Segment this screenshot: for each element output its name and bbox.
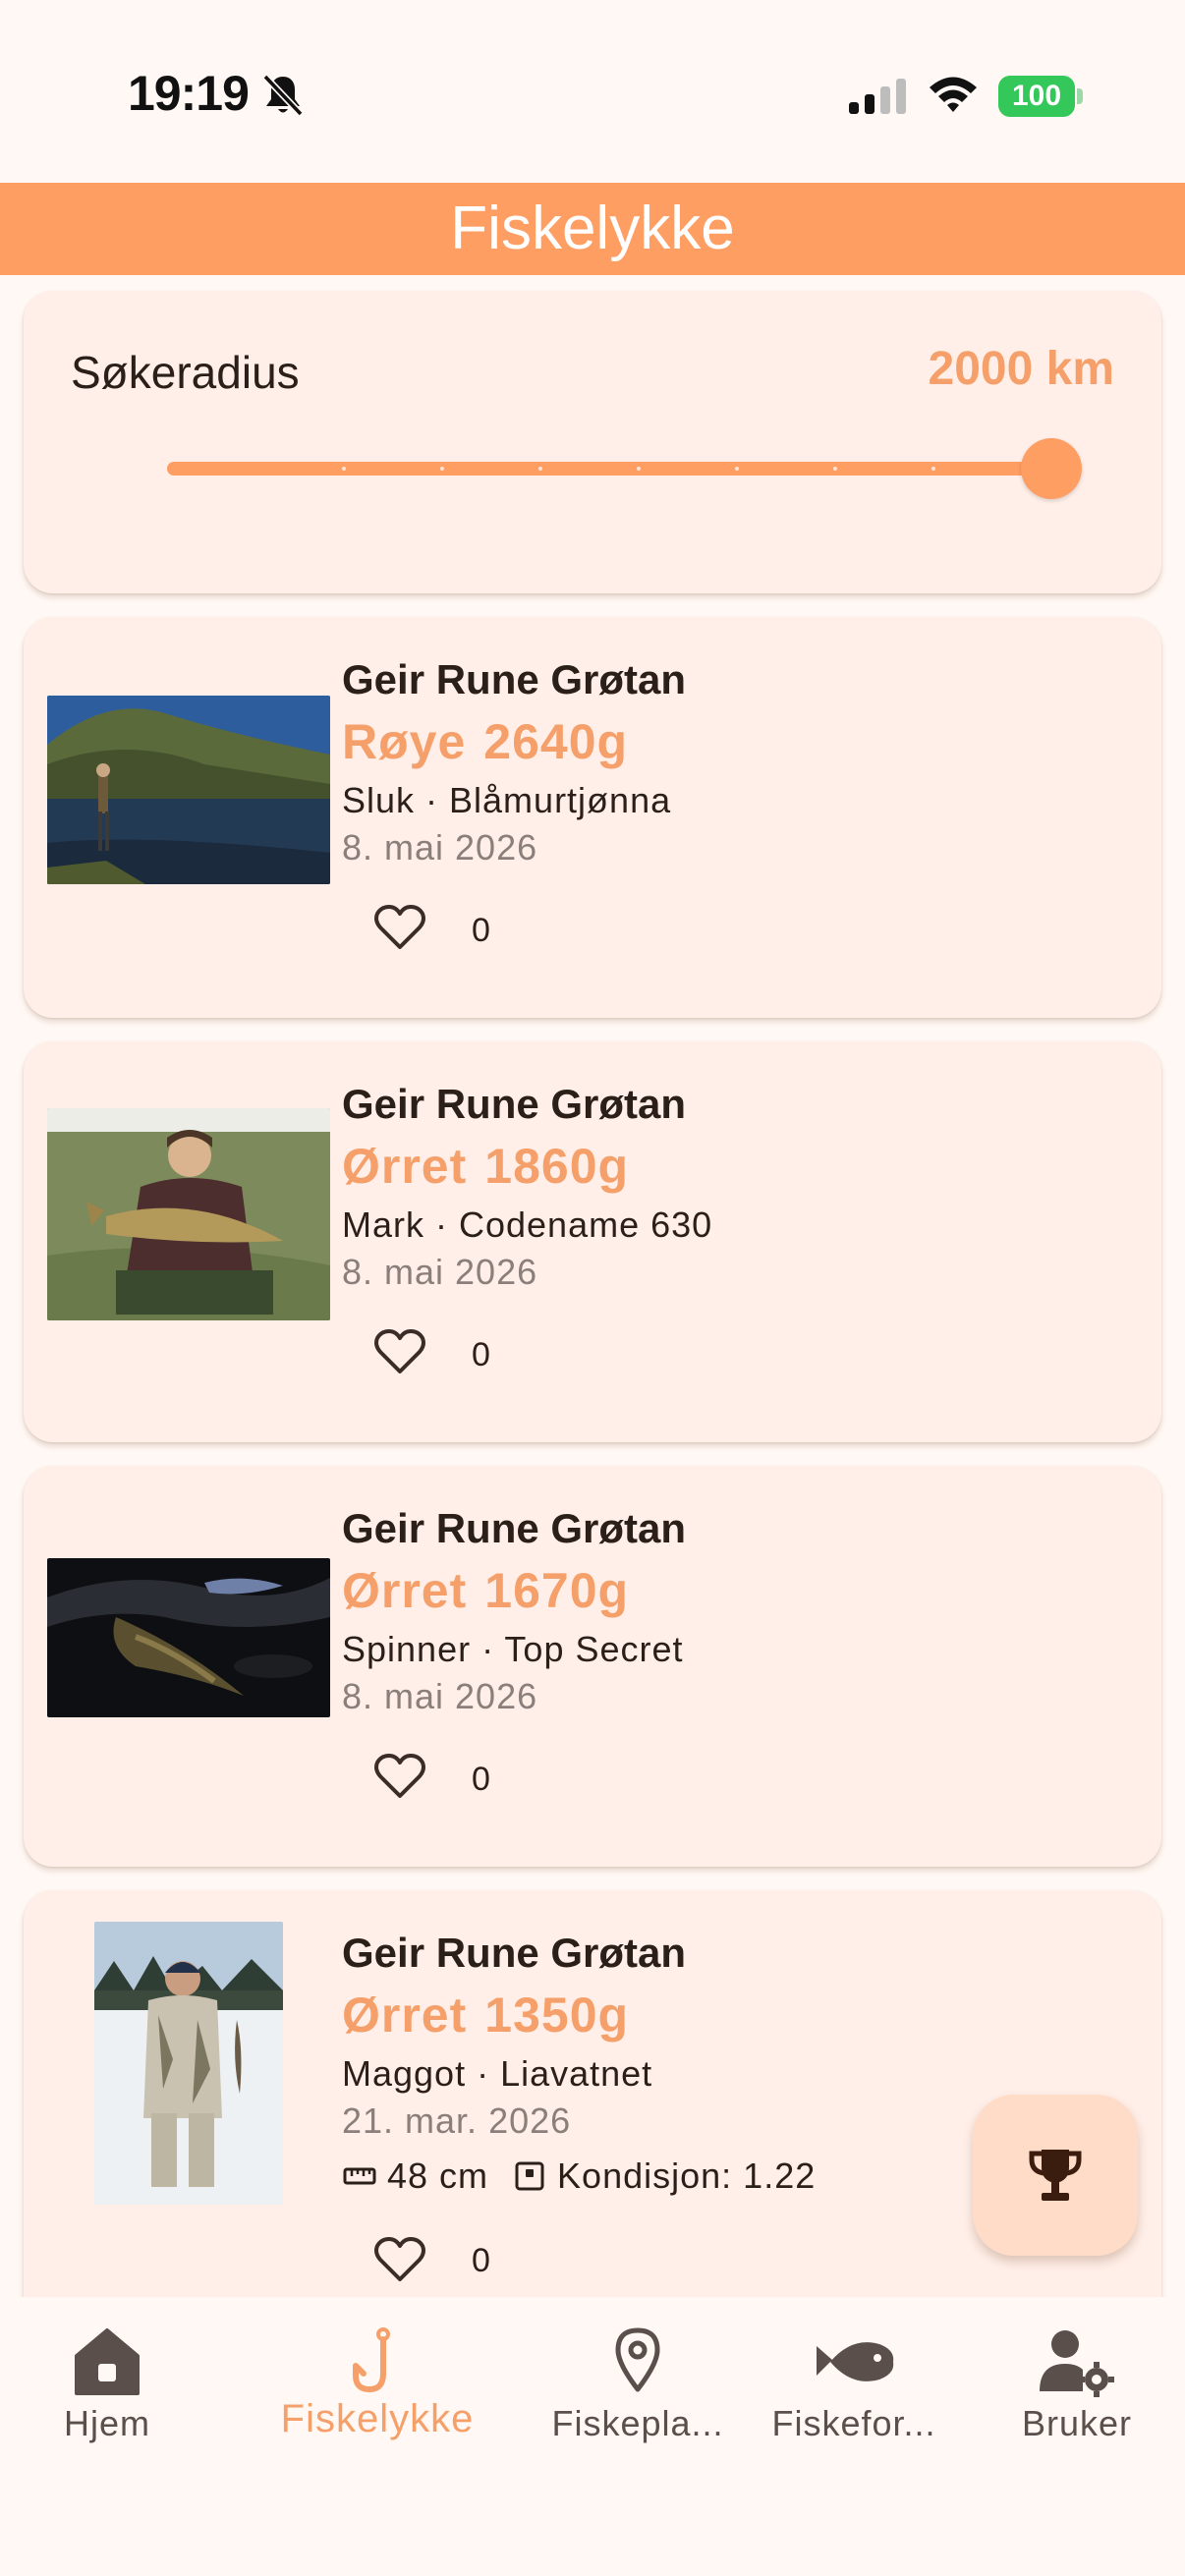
catch-method-location: Maggot · Liavatnet <box>342 2053 653 2094</box>
battery-level: 100 <box>998 76 1075 117</box>
catch-date: 8. mai 2026 <box>342 1252 538 1292</box>
nav-item-fiskeplasser[interactable]: Fiskepla... <box>520 2297 756 2474</box>
battery-indicator: 100 <box>998 76 1083 117</box>
catch-species: Ørret <box>342 1988 468 2043</box>
battery-cap <box>1077 88 1083 104</box>
nav-label: Fiskefor... <box>771 2403 936 2443</box>
catch-species-weight: Ørret 1670g <box>342 1562 647 1619</box>
catch-card[interactable]: Geir Rune Grøtan Ørret 1860g Mark · Coden… <box>24 1041 1161 1442</box>
cellular-signal-icon <box>849 79 906 114</box>
trophy-icon <box>1029 2150 1082 2201</box>
catch-species: Røye <box>342 714 467 769</box>
slider-tick <box>637 467 641 471</box>
catch-weight: 2640g <box>483 714 629 769</box>
like-count: 0 <box>472 2242 490 2279</box>
nav-label: Fiskelykke <box>280 2397 475 2440</box>
status-time: 19:19 <box>128 66 250 121</box>
slider-tick <box>342 467 346 471</box>
nav-item-home[interactable]: Hjem <box>0 2297 225 2474</box>
catch-date: 21. mar. 2026 <box>342 2100 572 2141</box>
like-count: 0 <box>472 1336 490 1373</box>
nav-item-fiskeforhold[interactable]: Fiskefor... <box>736 2297 972 2474</box>
search-radius-card: Søkeradius 2000 km <box>24 291 1161 593</box>
catch-date: 8. mai 2026 <box>342 827 538 868</box>
slider-tick <box>538 467 542 471</box>
heart-icon[interactable] <box>373 1753 426 1800</box>
wifi-icon <box>930 77 977 112</box>
nav-label: Bruker <box>1021 2403 1133 2443</box>
status-bar: 19:19 100 <box>0 0 1185 183</box>
page-title: Fiskelykke <box>450 195 735 262</box>
catch-weight: 1350g <box>484 1988 630 2043</box>
nav-label: Hjem <box>63 2403 150 2443</box>
slider-thumb[interactable] <box>1021 438 1082 499</box>
angler-name: Geir Rune Grøtan <box>342 1505 687 1551</box>
nav-label: Fiskepla... <box>551 2403 724 2443</box>
nav-item-bruker[interactable]: Bruker <box>959 2297 1185 2474</box>
heart-icon[interactable] <box>373 1328 426 1375</box>
angler-name: Geir Rune Grøtan <box>342 656 687 702</box>
catch-weight: 1860g <box>484 1139 630 1194</box>
fish-icon <box>817 2342 894 2381</box>
nav-item-fiskelykke[interactable]: Fiskelykke <box>259 2297 495 2474</box>
catch-species-weight: Ørret 1350g <box>342 1987 647 2044</box>
fishhook-icon <box>353 2327 390 2392</box>
location-pin-icon <box>615 2327 660 2392</box>
heart-icon[interactable] <box>373 904 426 951</box>
catch-photo[interactable] <box>47 696 330 884</box>
bottom-navigation: Hjem Fiskelykke Fiskepla... Fiskefor... <box>0 2297 1185 2576</box>
catch-date: 8. mai 2026 <box>342 1676 538 1716</box>
heart-icon[interactable] <box>373 2236 426 2283</box>
search-radius-value: 2000 km <box>928 343 1115 395</box>
catch-photo[interactable] <box>47 1558 330 1717</box>
slider-track[interactable] <box>167 462 1051 476</box>
catch-photo[interactable] <box>47 1108 330 1320</box>
catch-weight: 1670g <box>484 1563 630 1618</box>
slider-tick <box>440 467 444 471</box>
bell-muted-icon <box>262 74 304 117</box>
search-radius-slider[interactable] <box>140 438 1082 499</box>
catch-species-weight: Ørret 1860g <box>342 1138 647 1195</box>
slider-tick <box>735 467 739 471</box>
catch-species-weight: Røye 2640g <box>342 713 646 770</box>
angler-name: Geir Rune Grøtan <box>342 1081 687 1127</box>
angler-name: Geir Rune Grøtan <box>342 1930 687 1976</box>
slider-tick <box>931 467 935 471</box>
ruler-icon <box>343 2167 376 2185</box>
user-settings-icon <box>1040 2330 1114 2397</box>
leaderboard-fab[interactable] <box>973 2095 1138 2256</box>
catch-species: Ørret <box>342 1563 468 1618</box>
catch-condition: Kondisjon: 1.22 <box>557 2156 817 2196</box>
catch-card[interactable]: Geir Rune Grøtan Ørret 1670g Spinner · To… <box>24 1466 1161 1867</box>
catch-length: 48 cm <box>387 2156 489 2196</box>
like-count: 0 <box>472 912 490 949</box>
like-count: 0 <box>472 1761 490 1798</box>
catch-card[interactable]: Geir Rune Grøtan Røye 2640g Sluk · Blåmur… <box>24 617 1161 1018</box>
catch-method-location: Mark · Codename 630 <box>342 1204 713 1245</box>
catch-method-location: Sluk · Blåmurtjønna <box>342 780 672 820</box>
catch-measurements: 48 cm Kondisjon: 1.22 <box>342 2156 816 2197</box>
slider-tick <box>833 467 837 471</box>
catch-method-location: Spinner · Top Secret <box>342 1629 684 1669</box>
home-icon <box>75 2328 140 2395</box>
scale-icon <box>515 2161 544 2191</box>
app-bar: Fiskelykke <box>0 183 1185 275</box>
search-radius-label: Søkeradius <box>71 347 300 398</box>
catch-species: Ørret <box>342 1139 468 1194</box>
catch-photo[interactable] <box>94 1922 283 2205</box>
